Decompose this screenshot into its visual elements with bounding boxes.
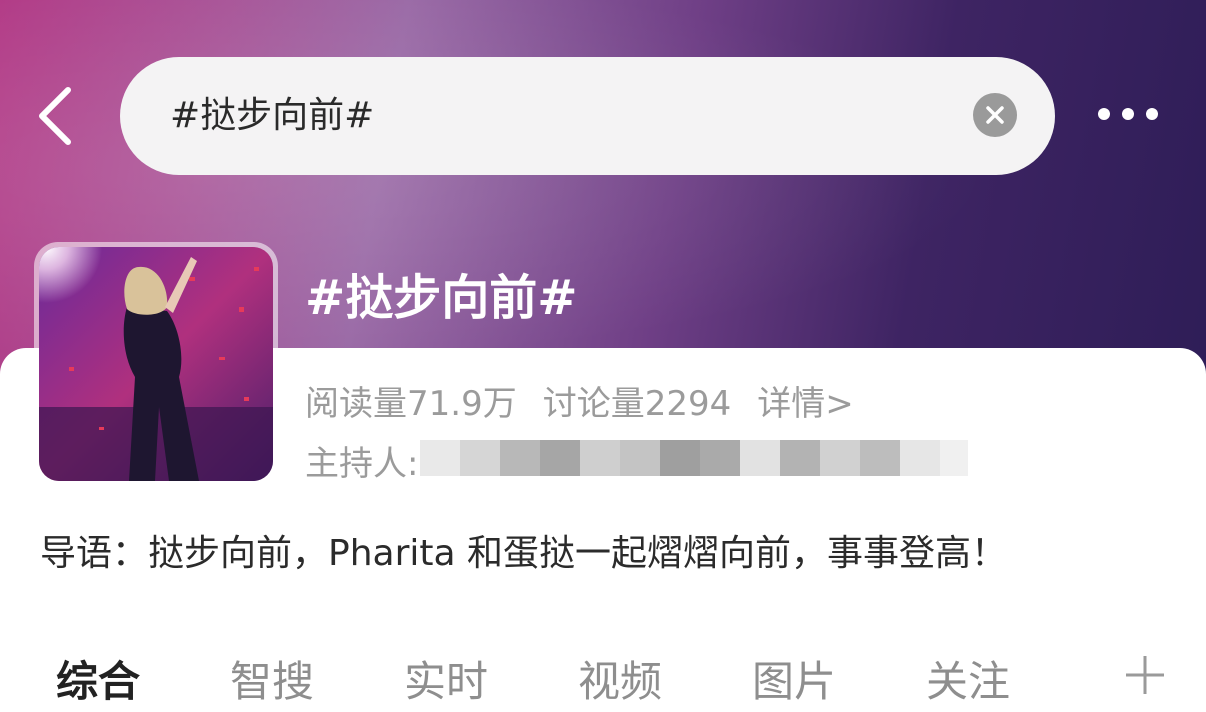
topic-cover-frame	[34, 242, 278, 486]
more-options-button[interactable]	[1090, 100, 1170, 130]
tab-video[interactable]: 视频	[578, 648, 662, 709]
tab-comprehensive[interactable]: 综合	[56, 648, 140, 709]
more-dots-icon	[1098, 108, 1110, 120]
back-button[interactable]	[36, 86, 86, 146]
topic-title: #挞步向前#	[305, 270, 578, 326]
read-count: 阅读量71.9万	[305, 384, 517, 424]
add-tab-button[interactable]	[1124, 654, 1166, 696]
topic-host: 主持人:	[305, 436, 418, 485]
topic-cover-image[interactable]	[39, 247, 273, 481]
topic-intro: 导语：挞步向前，Pharita 和蛋挞一起熠熠向前，事事登高！	[40, 533, 1008, 574]
tab-following[interactable]: 关注	[926, 648, 1010, 709]
clear-search-button[interactable]	[973, 93, 1017, 137]
result-tabs: 综合 智搜 实时 视频 图片 关注	[0, 640, 1206, 712]
discussion-count: 讨论量2294	[542, 384, 732, 424]
plus-icon	[1126, 656, 1164, 694]
tab-smart-search[interactable]: 智搜	[230, 648, 314, 709]
topic-detail-link[interactable]: 详情>	[757, 384, 854, 424]
search-input[interactable]: #挞步向前#	[170, 57, 374, 175]
host-label: 主持人:	[305, 444, 419, 484]
more-dots-icon	[1122, 108, 1134, 120]
topic-stats: 阅读量71.9万 讨论量2294 详情>	[305, 376, 880, 425]
clear-circle-icon	[986, 106, 1004, 124]
tab-realtime[interactable]: 实时	[404, 648, 488, 709]
search-bar[interactable]: #挞步向前#	[120, 57, 1055, 175]
chevron-left-icon	[39, 87, 71, 145]
redacted-host-names	[420, 440, 968, 476]
tab-images[interactable]: 图片	[752, 648, 836, 709]
concert-performer-image	[39, 247, 273, 481]
more-dots-icon	[1146, 108, 1158, 120]
